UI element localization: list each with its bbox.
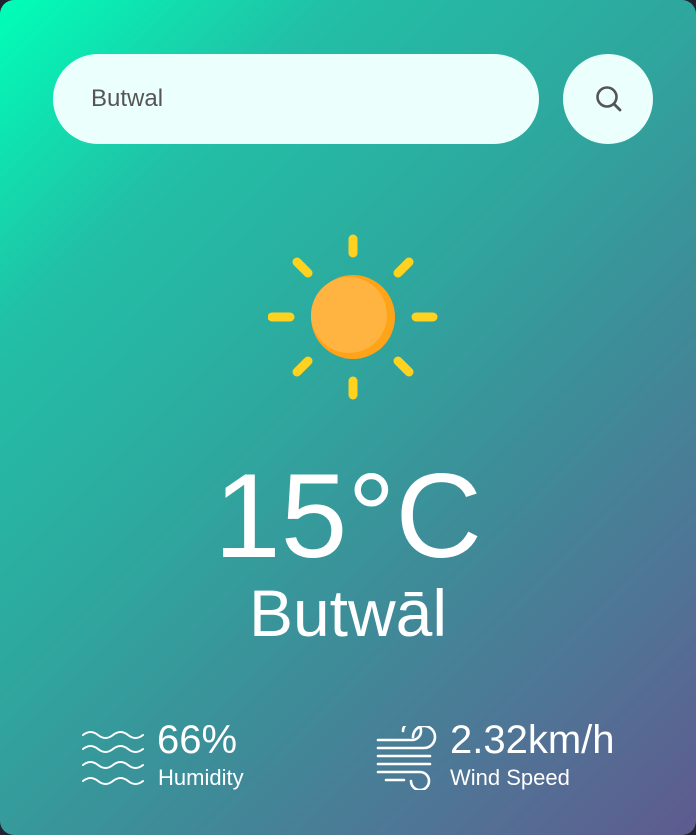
humidity-waves-icon — [82, 731, 144, 785]
search-icon — [596, 86, 622, 112]
sun-icon — [268, 234, 438, 400]
humidity-value: 66% — [157, 718, 238, 762]
wind-speed-label: Wind Speed — [450, 765, 570, 790]
search-input[interactable] — [53, 54, 539, 144]
search-button[interactable] — [563, 54, 653, 144]
city-name: Butwāl — [248, 576, 448, 650]
wind-icon — [376, 726, 437, 790]
weather-card: 15°C Butwāl 66% Humidity 2.32km/h Wind S… — [0, 0, 696, 835]
wind-speed-value: 2.32km/h — [450, 718, 615, 762]
temperature: 15°C — [213, 449, 483, 583]
humidity-label: Humidity — [158, 765, 244, 790]
